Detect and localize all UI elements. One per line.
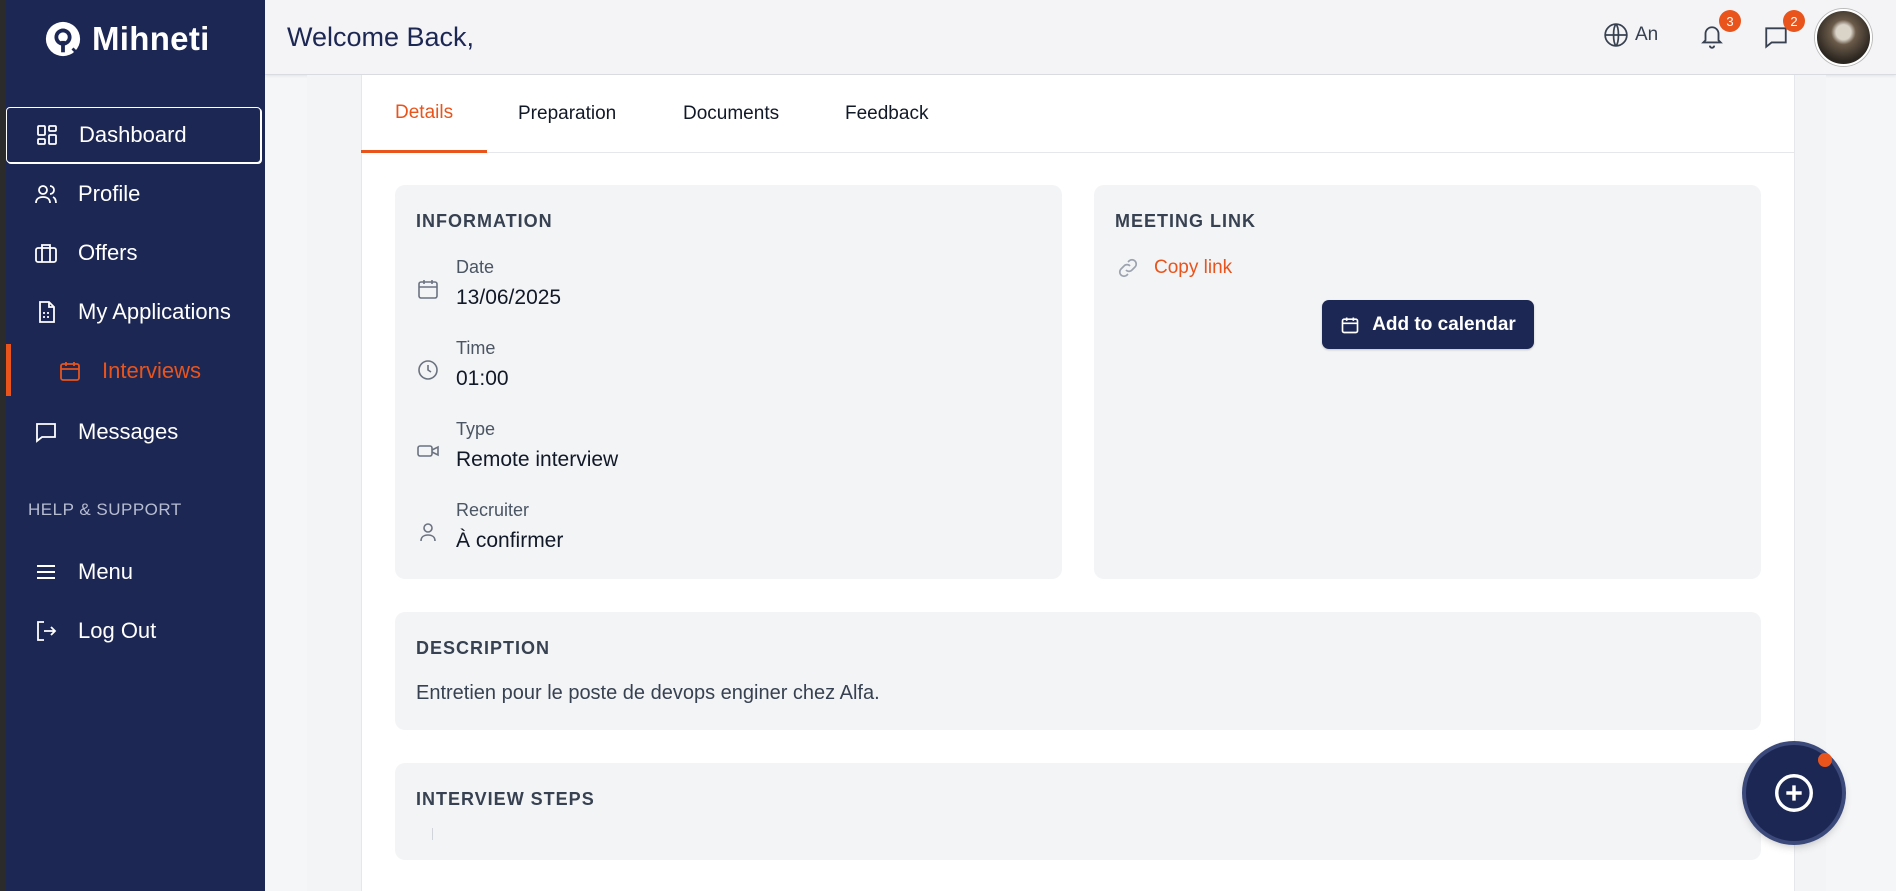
- sidebar-item-label: Menu: [78, 559, 134, 584]
- description-panel: DESCRIPTION Entretien pour le poste de d…: [395, 612, 1761, 730]
- messages-badge: 2: [1783, 10, 1805, 32]
- type-row: Type Remote interview: [416, 419, 618, 472]
- copy-link-button[interactable]: Copy link: [1116, 256, 1232, 280]
- sidebar-item-menu[interactable]: Menu: [6, 544, 261, 600]
- type-label: Type: [456, 419, 496, 439]
- information-panel: INFORMATION Date 13/06/2025 Time 01:00 T…: [395, 185, 1062, 579]
- fab-notification-dot: [1818, 753, 1832, 767]
- user-icon: [420, 523, 436, 542]
- brand-logo[interactable]: Mihneti: [44, 20, 210, 58]
- time-value: 01:00: [456, 367, 509, 390]
- sidebar-item-dashboard[interactable]: Dashboard: [6, 107, 261, 163]
- plus-circle-icon: [1775, 774, 1813, 812]
- recruiter-row: Recruiter À confirmer: [416, 500, 563, 553]
- sidebar-item-profile[interactable]: Profile: [6, 166, 261, 222]
- clock-icon: [418, 360, 438, 380]
- notifications-badge: 3: [1719, 10, 1741, 32]
- menu-icon: [32, 558, 60, 586]
- dashboard-icon: [33, 121, 61, 149]
- interview-steps-title: INTERVIEW STEPS: [416, 789, 595, 809]
- recruiter-label: Recruiter: [456, 500, 530, 520]
- sidebar-item-interviews[interactable]: Interviews: [6, 343, 261, 399]
- information-title: INFORMATION: [416, 211, 553, 231]
- time-row: Time 01:00: [416, 338, 509, 391]
- sidebar-item-label: Dashboard: [79, 122, 187, 147]
- recruiter-value: À confirmer: [456, 529, 564, 552]
- tab-details[interactable]: Details: [361, 75, 488, 153]
- avatar[interactable]: [1815, 9, 1872, 66]
- date-value: 13/06/2025: [456, 286, 562, 309]
- globe-icon: [1604, 23, 1628, 47]
- date-label: Date: [456, 257, 495, 277]
- sidebar-item-messages[interactable]: Messages: [6, 404, 261, 460]
- add-to-calendar-label: Add to calendar: [1372, 313, 1516, 335]
- type-value: Remote interview: [456, 448, 619, 471]
- copy-link-label: Copy link: [1154, 257, 1233, 278]
- time-label: Time: [456, 338, 496, 358]
- file-icon: [32, 298, 60, 326]
- tab-preparation[interactable]: Preparation: [518, 75, 616, 153]
- notifications-button[interactable]: 3: [1695, 10, 1741, 54]
- link-icon: [1118, 258, 1138, 278]
- sidebar-item-label: My Applications: [78, 299, 231, 324]
- users-icon: [32, 180, 60, 208]
- calendar-icon: [1341, 317, 1359, 333]
- sidebar-item-label: Profile: [78, 181, 141, 206]
- welcome-title: Welcome Back,: [287, 22, 475, 52]
- description-text: Entretien pour le poste de devops engine…: [416, 682, 880, 704]
- calendar-icon: [418, 280, 438, 299]
- video-icon: [417, 445, 439, 457]
- sidebar-item-label: Interviews: [102, 358, 202, 383]
- brand-name: Mihneti: [92, 20, 210, 57]
- sidebar-item-label: Messages: [78, 419, 179, 444]
- logout-icon: [32, 617, 60, 645]
- meeting-link-panel: MEETING LINK: [1094, 185, 1761, 579]
- sidebar-item-label: Log Out: [78, 618, 157, 643]
- briefcase-icon: [32, 239, 60, 267]
- sidebar-item-offers[interactable]: Offers: [6, 225, 261, 281]
- sidebar-item-my-applications[interactable]: My Applications: [6, 284, 261, 340]
- support-chat-button[interactable]: [1746, 745, 1842, 841]
- language-switcher[interactable]: An: [1603, 22, 1658, 48]
- messages-button[interactable]: 2: [1759, 10, 1805, 54]
- interview-steps-panel: INTERVIEW STEPS: [395, 763, 1761, 860]
- date-row: Date 13/06/2025: [416, 257, 561, 310]
- meeting-link-title: MEETING LINK: [1115, 211, 1256, 231]
- tab-feedback[interactable]: Feedback: [845, 75, 928, 153]
- tab-documents[interactable]: Documents: [683, 75, 779, 153]
- logo-icon: [45, 21, 81, 57]
- tab-bar: Details Preparation Documents Feedback: [361, 75, 1795, 153]
- language-label: An: [1635, 24, 1659, 45]
- top-header: Welcome Back, An 3 2: [265, 0, 1896, 75]
- sidebar-item-logout[interactable]: Log Out: [6, 603, 261, 659]
- steps-timeline-line: [432, 828, 433, 840]
- add-to-calendar-button[interactable]: Add to calendar: [1322, 300, 1534, 349]
- sidebar-item-label: Offers: [78, 240, 138, 265]
- message-icon: [32, 418, 60, 446]
- description-title: DESCRIPTION: [416, 638, 551, 658]
- calendar-icon: [56, 357, 84, 385]
- help-section-label: HELP & SUPPORT: [28, 500, 182, 519]
